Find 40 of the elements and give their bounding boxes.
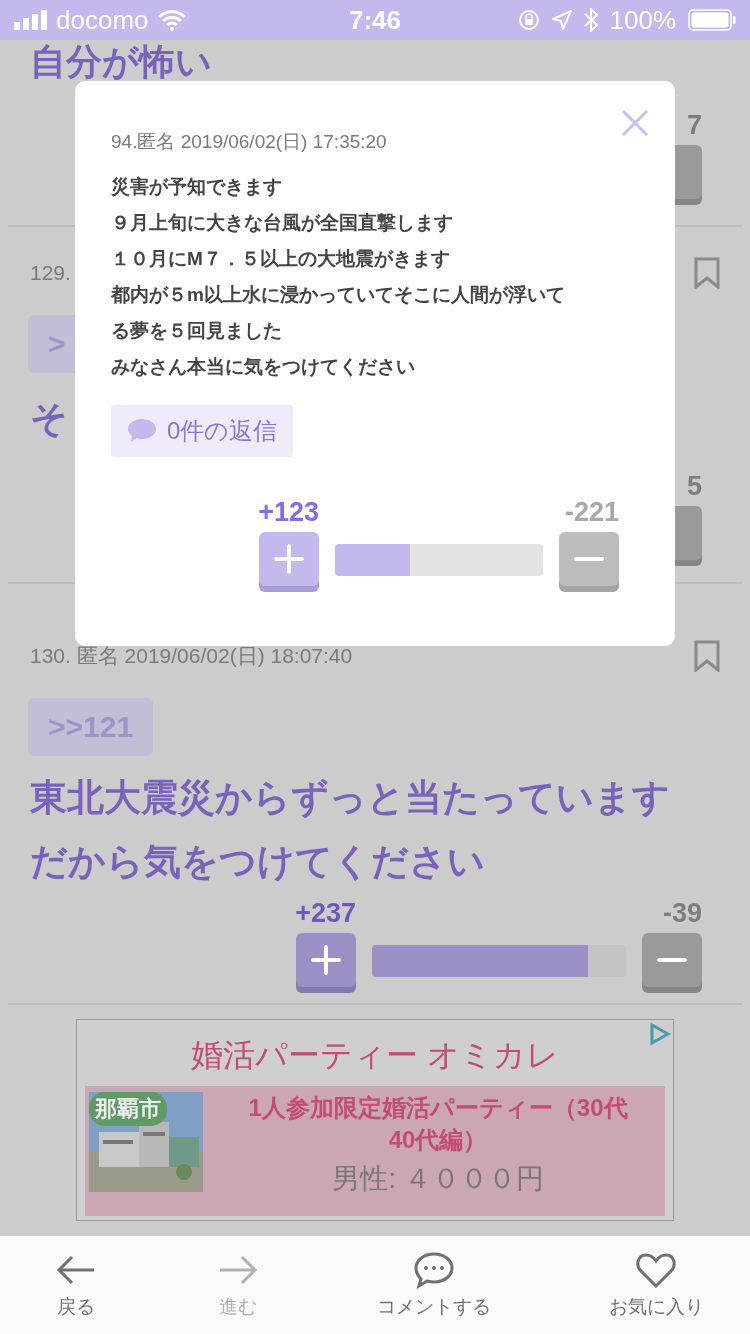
bookmark-icon[interactable]: [694, 257, 720, 289]
comment-body: 災害が予知できます ９月上旬に大きな台風が全国直撃します １０月にM７．５以上の大地震がきます 都内が５m以上水に浸かっていてそこに人間が浮いて る夢を５回見ました みなさん本当に気をつけてください: [111, 175, 566, 379]
post-body: 東北大震災からずっと当たっています だから気をつけてください: [30, 776, 671, 884]
location-arrow-icon: [551, 10, 572, 30]
close-icon[interactable]: [621, 109, 649, 137]
plus-icon: [273, 544, 304, 574]
replies-button[interactable]: 0件の返信: [111, 405, 294, 457]
bluetooth-icon: [583, 8, 598, 32]
upvote-count: +237: [295, 898, 356, 929]
nav-button[interactable]: 戻る: [48, 1236, 104, 1334]
carrier-name: docomo: [56, 4, 149, 36]
rotation-lock-icon: [517, 9, 540, 31]
plus-icon: [310, 945, 341, 975]
ad-banner[interactable]: 婚活パーティー オミカレ 那覇市 1人参加限定婚活パーティー（30代 40代編） 男性: ４０００円: [76, 1019, 674, 1221]
ad-item[interactable]: 那覇市 1人参加限定婚活パーティー（30代 40代編） 男性: ４０００円: [85, 1086, 665, 1216]
bookmark-icon[interactable]: [694, 640, 720, 672]
nav-button[interactable]: お気に入り: [602, 1236, 710, 1334]
nav-button[interactable]: コメントする: [371, 1236, 498, 1334]
status-time: 7:46: [349, 4, 402, 36]
battery-percentage: 100%: [609, 4, 676, 36]
city-tag: 那覇市: [89, 1092, 167, 1126]
signal-icon: [14, 10, 48, 30]
post-body: そ: [30, 397, 68, 441]
downvote-count: -39: [662, 898, 702, 929]
ad-logo: 婚活パーティー オミカレ: [191, 1037, 559, 1073]
upvote-count: +123: [258, 497, 319, 528]
wifi-icon: [156, 9, 187, 31]
thread-title: 自分が怖い: [30, 42, 212, 82]
downvote-count: 7: [686, 110, 702, 141]
post-header: 129.: [30, 261, 71, 285]
ad-item-price: 男性: ４０００円: [332, 1162, 544, 1196]
downvote-count: 5: [686, 471, 702, 502]
comment-header: 94.匿名 2019/06/02(日) 17:35:20: [111, 130, 388, 154]
ad-item-title: 1人参加限定婚活パーティー（30代 40代編）: [248, 1093, 628, 1155]
minus-icon: [657, 957, 687, 963]
minus-icon: [574, 556, 604, 562]
post-header: 130. 匿名 2019/06/02(日) 18:07:40: [30, 643, 353, 669]
downvote-count: -221: [564, 497, 619, 528]
speech-bubble-icon: [127, 418, 157, 444]
battery-icon: [688, 9, 736, 31]
